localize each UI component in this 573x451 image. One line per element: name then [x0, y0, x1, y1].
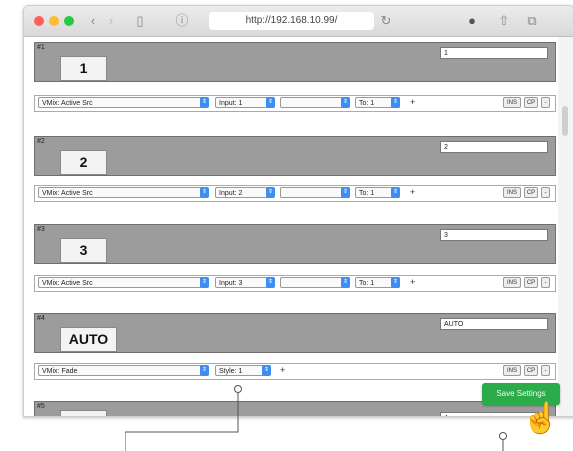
action-select-arrow-icon[interactable]: ⇕	[200, 365, 209, 376]
block-number: #5	[37, 403, 45, 410]
button-block-3: #3 3 3	[34, 224, 556, 264]
text-field[interactable]: 1	[440, 47, 548, 59]
action-row-3: VMix: Active Src ⇕ Input: 3 ⇕ ⇕ To: 1 ⇕ …	[34, 275, 556, 292]
key-label[interactable]: AUTO	[60, 327, 117, 352]
remove-button[interactable]: -	[541, 97, 550, 108]
blank-select-arrow-icon[interactable]: ⇕	[341, 277, 350, 288]
remove-button[interactable]: -	[541, 187, 550, 198]
ins-button[interactable]: INS	[503, 187, 521, 198]
blank-select[interactable]	[280, 187, 350, 198]
action-row-1: VMix: Active Src ⇕ Input: 1 ⇕ ⇕ To: 1 ⇕ …	[34, 95, 556, 112]
callout-line	[125, 393, 239, 451]
text-field[interactable]: AUTO	[440, 318, 548, 330]
browser-window: ‹ › ▯ ⓘ http://192.168.10.99/ ↻ ● ⇧ ⧉ #1…	[23, 5, 573, 417]
key-label[interactable]: 1	[60, 56, 107, 81]
add-action-button[interactable]: +	[410, 277, 415, 288]
block-number: #2	[37, 138, 45, 145]
share-icon[interactable]: ⇧	[496, 12, 512, 30]
action-row-2: VMix: Active Src ⇕ Input: 2 ⇕ ⇕ To: 1 ⇕ …	[34, 185, 556, 202]
button-block-4: #4 AUTO AUTO	[34, 313, 556, 353]
ins-button[interactable]: INS	[503, 365, 521, 376]
page-content: #1 1 1 VMix: Active Src ⇕ Input: 1 ⇕ ⇕ T…	[24, 37, 558, 416]
param-select[interactable]: Input: 2	[215, 187, 270, 198]
action-select[interactable]: VMix: Active Src	[38, 97, 208, 108]
sidebar-icon[interactable]: ▯	[132, 12, 148, 30]
cp-button[interactable]: CP	[524, 277, 538, 288]
block-number: #3	[37, 226, 45, 233]
add-action-button[interactable]: +	[410, 97, 415, 108]
action-select[interactable]: VMix: Active Src	[38, 187, 208, 198]
button-block-2: #2 2 2	[34, 136, 556, 176]
ins-button[interactable]: INS	[503, 97, 521, 108]
callout-dot	[499, 432, 507, 440]
tabs-icon[interactable]: ⧉	[524, 12, 540, 30]
back-icon[interactable]: ‹	[86, 12, 100, 30]
info-icon[interactable]: ⓘ	[174, 12, 190, 30]
block-number: #4	[37, 315, 45, 322]
blank-select[interactable]	[280, 97, 350, 108]
target-select-arrow-icon[interactable]: ⇕	[391, 187, 400, 198]
param-select-arrow-icon[interactable]: ⇕	[266, 187, 275, 198]
key-label[interactable]	[60, 410, 107, 416]
minimize-window-button[interactable]	[49, 16, 59, 26]
param-select-arrow-icon[interactable]: ⇕	[266, 97, 275, 108]
download-icon[interactable]: ●	[464, 12, 480, 30]
scrollbar-thumb[interactable]	[562, 106, 568, 136]
button-block-1: #1 1 1	[34, 42, 556, 82]
text-field[interactable]: 2	[440, 141, 548, 153]
target-select-arrow-icon[interactable]: ⇕	[391, 277, 400, 288]
blank-select[interactable]	[280, 277, 350, 288]
blank-select-arrow-icon[interactable]: ⇕	[341, 97, 350, 108]
target-select-arrow-icon[interactable]: ⇕	[391, 97, 400, 108]
key-label[interactable]: 2	[60, 150, 107, 175]
param-select[interactable]: Input: 3	[215, 277, 270, 288]
param-select[interactable]: Input: 1	[215, 97, 270, 108]
action-select-arrow-icon[interactable]: ⇕	[200, 97, 209, 108]
address-bar[interactable]: http://192.168.10.99/	[209, 12, 374, 30]
action-select[interactable]: VMix: Active Src	[38, 277, 208, 288]
action-row-4: VMix: Fade ⇕ Style: 1 ⇕ + INS CP -	[34, 363, 556, 380]
style-select-arrow-icon[interactable]: ⇕	[262, 365, 271, 376]
close-window-button[interactable]	[34, 16, 44, 26]
forward-icon[interactable]: ›	[104, 12, 118, 30]
pointer-hand-icon: ☝	[522, 402, 560, 435]
add-action-button[interactable]: +	[280, 365, 285, 376]
maximize-window-button[interactable]	[64, 16, 74, 26]
action-select-arrow-icon[interactable]: ⇕	[200, 277, 209, 288]
ins-button[interactable]: INS	[503, 277, 521, 288]
action-select-arrow-icon[interactable]: ⇕	[200, 187, 209, 198]
action-select[interactable]: VMix: Fade	[38, 365, 208, 376]
cp-button[interactable]: CP	[524, 97, 538, 108]
browser-toolbar: ‹ › ▯ ⓘ http://192.168.10.99/ ↻ ● ⇧ ⧉	[24, 6, 573, 37]
cp-button[interactable]: CP	[524, 187, 538, 198]
cp-button[interactable]: CP	[524, 365, 538, 376]
key-label[interactable]: 3	[60, 238, 107, 263]
reload-icon[interactable]: ↻	[379, 12, 393, 30]
remove-button[interactable]: -	[541, 365, 550, 376]
block-number: #1	[37, 44, 45, 51]
callout-dot	[234, 385, 242, 393]
remove-button[interactable]: -	[541, 277, 550, 288]
text-field[interactable]: 3	[440, 229, 548, 241]
blank-select-arrow-icon[interactable]: ⇕	[341, 187, 350, 198]
add-action-button[interactable]: +	[410, 187, 415, 198]
param-select-arrow-icon[interactable]: ⇕	[266, 277, 275, 288]
